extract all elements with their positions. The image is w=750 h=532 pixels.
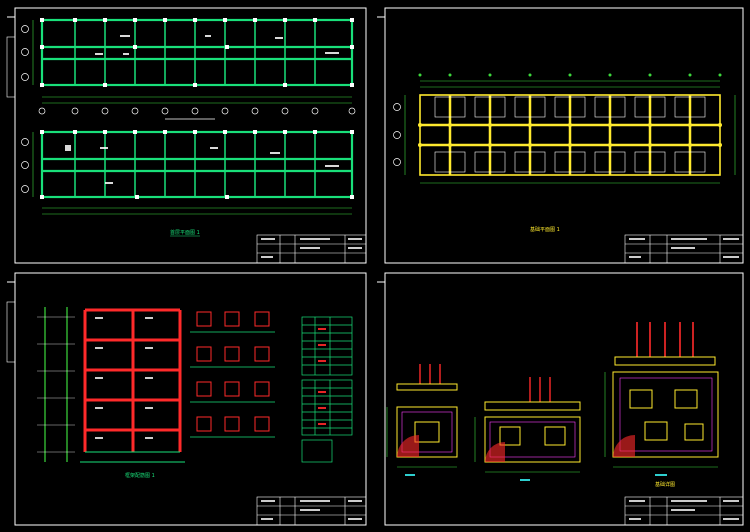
sheet-top-left: 首层平面图 1 [5,7,368,265]
sheet-top-right-caption: 基础平面图 1 [530,226,560,233]
sheet-bottom-right: 基础详图 [375,272,745,527]
sheet-top-right: 基础平面图 1 [375,7,745,265]
sheet-top-left-caption: 首层平面图 1 [170,229,200,236]
sheet-bottom-right-drawing: 基础详图 [377,272,744,526]
sheet-top-left-drawing: 首层平面图 1 [6,7,367,264]
sheet-bottom-right-caption: 基础详图 [655,481,675,488]
sheet-bottom-left-caption: 框架配筋图 1 [125,472,155,479]
sheet-top-right-drawing: 基础平面图 1 [377,7,744,264]
sheet-bottom-left-drawing: 框架配筋图 1 [6,272,367,526]
sheet-bottom-left: 框架配筋图 1 [5,272,368,527]
